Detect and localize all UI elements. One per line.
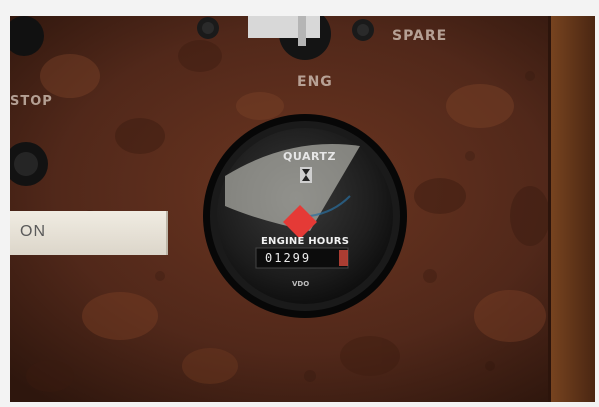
switch-plate-text: ON: [20, 223, 46, 240]
switch-plate: ON: [10, 211, 168, 255]
photo-panel: SPARE ENG STOP ON QUARTZ ENGINE HOURS 01…: [10, 16, 595, 402]
spare-label: SPARE: [392, 28, 448, 44]
stop-label: STOP: [10, 94, 53, 109]
gauge-quartz-text: QUARTZ: [283, 150, 336, 163]
eng-label: ENG: [297, 74, 333, 90]
gauge-maker: VDO: [292, 280, 310, 288]
image-frame: SPARE ENG STOP ON QUARTZ ENGINE HOURS 01…: [0, 0, 599, 407]
screw-left: [197, 17, 219, 39]
gauge-title: ENGINE HOURS: [261, 236, 350, 247]
hour-counter: 01299: [265, 251, 312, 265]
screw-right: [352, 19, 374, 41]
